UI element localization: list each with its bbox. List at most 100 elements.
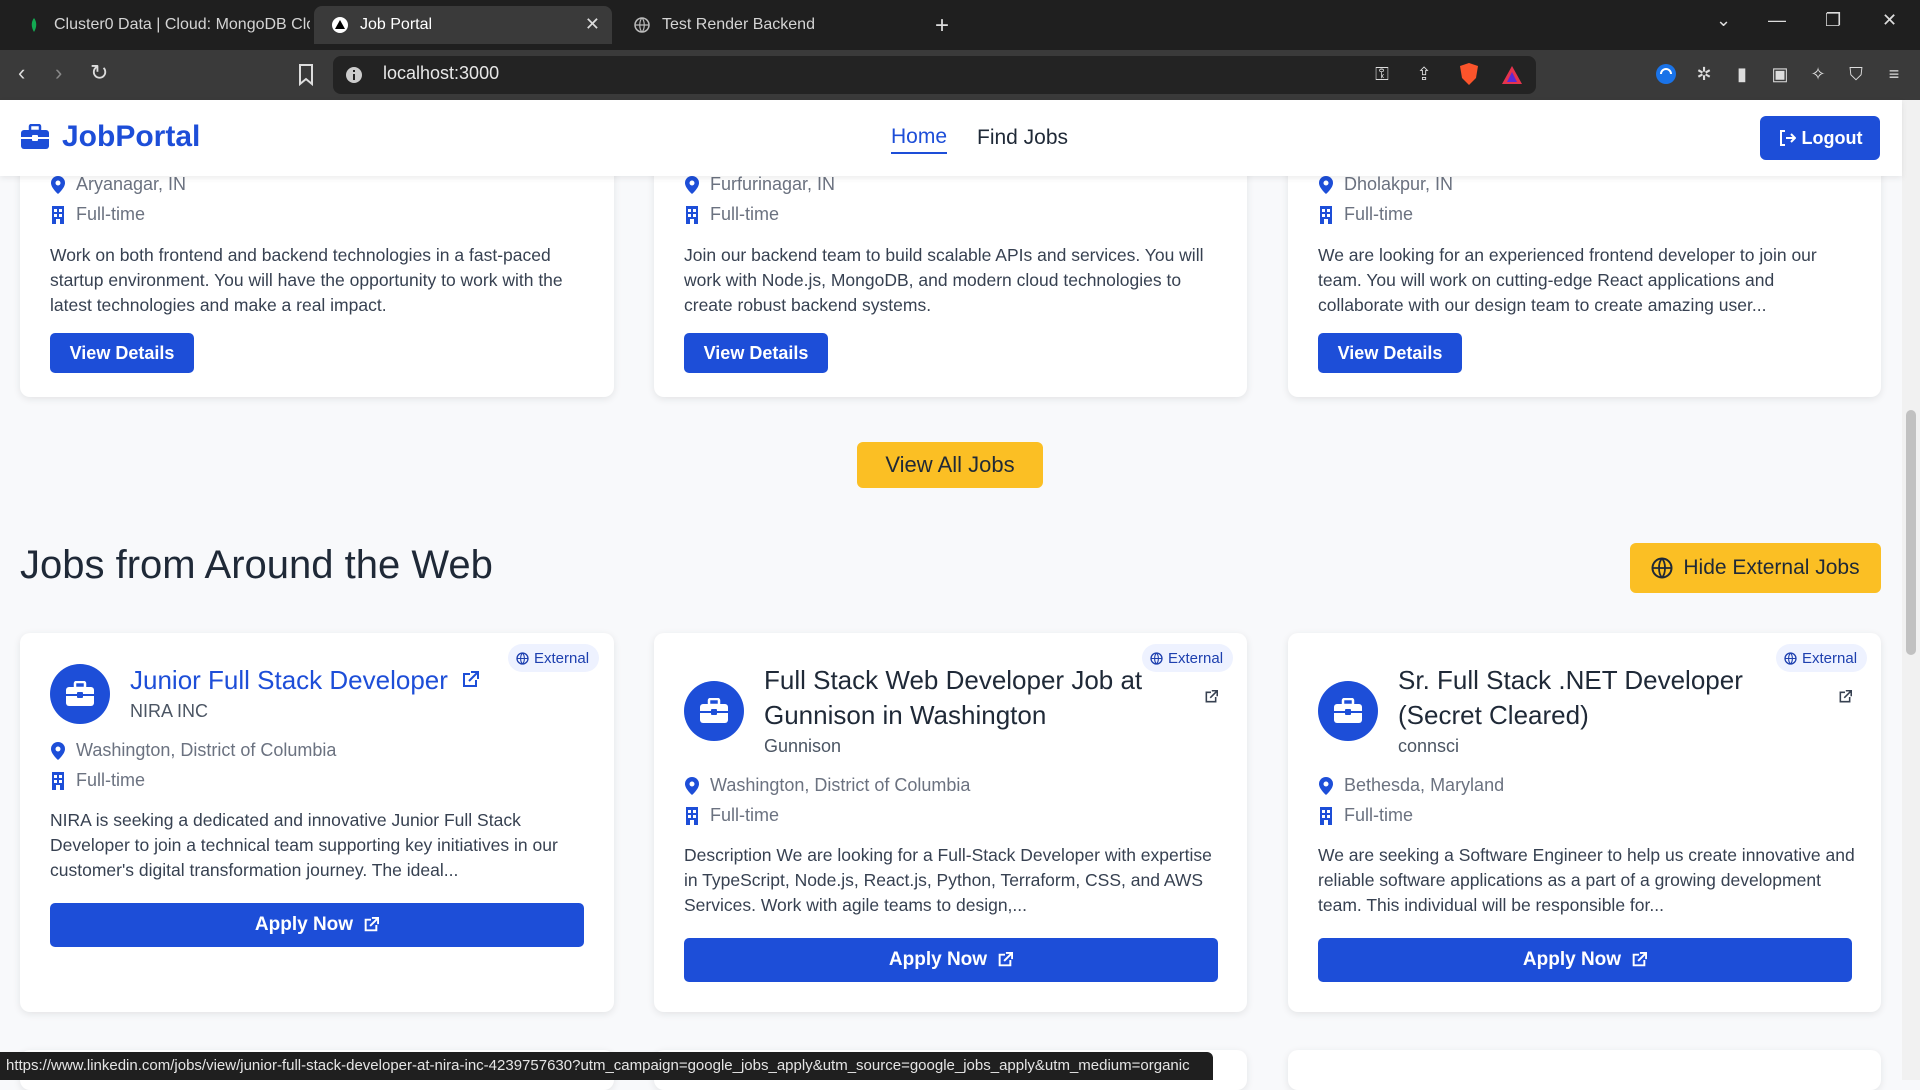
building-icon xyxy=(52,771,64,790)
job-type-text: Full-time xyxy=(76,770,146,790)
job-type: Full-time xyxy=(681,204,779,225)
brave-shield-icon[interactable] xyxy=(1458,62,1480,86)
hide-external-label: Hide External Jobs xyxy=(1683,556,1860,579)
browser-tab-job-portal[interactable]: Job Portal ✕ xyxy=(314,6,612,44)
apply-now-button[interactable]: Apply Now xyxy=(684,938,1218,982)
job-description: We are seeking a Software Engineer to he… xyxy=(1318,845,1855,915)
nav-link-find-jobs[interactable]: Find Jobs xyxy=(977,126,1068,150)
company-avatar xyxy=(684,681,744,741)
job-title: Full Stack Web Developer Job at Gunnison… xyxy=(764,665,1143,730)
share-icon[interactable]: ⇪ xyxy=(1412,62,1436,86)
browser-tab-mongodb[interactable]: Cluster0 Data | Cloud: MongoDB Clou xyxy=(8,6,310,44)
bookmark-icon[interactable] xyxy=(298,64,314,86)
external-link-icon[interactable] xyxy=(1204,690,1218,704)
apply-label: Apply Now xyxy=(1522,949,1622,970)
map-pin-icon xyxy=(1319,776,1333,795)
job-type-text: Full-time xyxy=(1344,805,1414,825)
extensions-puzzle-icon[interactable]: ✲ xyxy=(1692,62,1716,86)
site-info-icon[interactable] xyxy=(345,66,363,84)
logout-label: Logout xyxy=(1801,127,1863,148)
building-icon xyxy=(686,806,698,825)
nav-link-home[interactable]: Home xyxy=(891,125,948,154)
leo-ai-icon[interactable]: ✧ xyxy=(1806,62,1830,86)
vpn-icon[interactable]: ⛉ xyxy=(1844,62,1868,86)
job-title: Sr. Full Stack .NET Developer (Secret Cl… xyxy=(1398,665,1743,730)
job-type-text: Full-time xyxy=(76,204,146,224)
tab-list-chevron-icon[interactable]: ⌄ xyxy=(1716,10,1731,31)
briefcase-icon xyxy=(66,681,94,706)
brand-logo[interactable]: JobPortal xyxy=(20,120,200,154)
briefcase-icon xyxy=(1334,698,1362,723)
job-location: Furfurinagar, IN xyxy=(681,174,835,195)
mongodb-leaf-icon xyxy=(31,18,37,32)
close-window-icon[interactable]: ✕ xyxy=(1882,10,1897,31)
tab-title: Cluster0 Data | Cloud: MongoDB Clou xyxy=(54,16,310,33)
extension-blue-icon[interactable] xyxy=(1655,63,1677,85)
section-title: Jobs from Around the Web xyxy=(20,543,493,587)
job-description: We are looking for an experienced fronte… xyxy=(1318,245,1817,315)
scrollbar-thumb[interactable] xyxy=(1906,410,1916,655)
forward-icon[interactable]: › xyxy=(55,60,62,86)
external-job-card xyxy=(1288,1050,1881,1090)
job-description: Join our backend team to build scalable … xyxy=(684,245,1204,315)
job-type: Full-time xyxy=(681,805,779,826)
reload-icon[interactable]: ↻ xyxy=(90,60,108,86)
map-pin-icon xyxy=(685,776,699,795)
browser-tab-render[interactable]: Test Render Backend xyxy=(616,6,916,44)
wallet-icon[interactable]: ▣ xyxy=(1768,62,1792,86)
view-details-button[interactable]: View Details xyxy=(684,333,828,373)
building-icon xyxy=(1320,806,1332,825)
building-icon xyxy=(1320,205,1332,224)
link-preview-statusbar: https://www.linkedin.com/jobs/view/junio… xyxy=(0,1052,1213,1080)
location-text: Washington, District of Columbia xyxy=(76,740,337,760)
view-details-button[interactable]: View Details xyxy=(1318,333,1462,373)
job-type-text: Full-time xyxy=(710,805,780,825)
logout-icon xyxy=(1779,130,1796,146)
external-link-icon xyxy=(463,671,480,687)
key-icon[interactable]: ⚿ xyxy=(1370,62,1394,86)
apply-label: Apply Now xyxy=(254,914,354,935)
job-location: Dholakpur, IN xyxy=(1315,174,1453,195)
hide-external-jobs-button[interactable]: Hide External Jobs xyxy=(1630,543,1881,593)
close-tab-icon[interactable]: ✕ xyxy=(585,14,600,35)
job-description: Description We are looking for a Full-St… xyxy=(684,845,1212,915)
job-description: NIRA is seeking a dedicated and innovati… xyxy=(50,810,558,880)
map-pin-icon xyxy=(51,741,65,760)
apply-label: Apply Now xyxy=(888,949,988,970)
external-link-icon xyxy=(1632,952,1648,967)
sidebar-icon[interactable]: ▮ xyxy=(1730,62,1754,86)
company-avatar xyxy=(50,664,110,724)
brave-rewards-icon[interactable] xyxy=(1500,64,1524,86)
company-avatar xyxy=(1318,681,1378,741)
job-location: Aryanagar, IN xyxy=(47,174,186,195)
address-bar[interactable] xyxy=(333,56,1536,94)
restore-icon[interactable]: ❐ xyxy=(1825,10,1841,31)
globe-icon xyxy=(1651,557,1673,579)
logout-button[interactable]: Logout xyxy=(1760,116,1880,160)
location-text: Furfurinagar, IN xyxy=(710,174,836,194)
back-icon[interactable]: ‹ xyxy=(18,60,25,86)
company-name: NIRA INC xyxy=(130,701,209,721)
new-tab-icon[interactable]: + xyxy=(935,12,949,40)
globe-icon xyxy=(634,17,650,33)
view-all-jobs-button[interactable]: View All Jobs xyxy=(857,442,1043,488)
location-text: Bethesda, Maryland xyxy=(1344,775,1505,795)
job-type: Full-time xyxy=(47,770,145,791)
job-type: Full-time xyxy=(1315,805,1413,826)
site-navbar xyxy=(0,100,1902,176)
minimize-icon[interactable]: — xyxy=(1768,10,1786,31)
job-title-link[interactable]: Junior Full Stack Developer xyxy=(130,663,480,698)
apply-now-button[interactable]: Apply Now xyxy=(1318,938,1852,982)
map-pin-icon xyxy=(51,175,65,194)
menu-icon[interactable]: ≡ xyxy=(1882,62,1906,86)
globe-icon xyxy=(516,651,529,665)
tab-title: Test Render Backend xyxy=(662,16,815,33)
job-location: Washington, District of Columbia xyxy=(681,775,970,796)
url-text[interactable]: localhost:3000 xyxy=(383,63,499,84)
badge-text: External xyxy=(1802,649,1858,667)
view-details-button[interactable]: View Details xyxy=(50,333,194,373)
apply-now-button[interactable]: Apply Now xyxy=(50,903,584,947)
job-location: Washington, District of Columbia xyxy=(47,740,336,761)
external-link-icon[interactable] xyxy=(1838,690,1852,704)
map-pin-icon xyxy=(1319,175,1333,194)
